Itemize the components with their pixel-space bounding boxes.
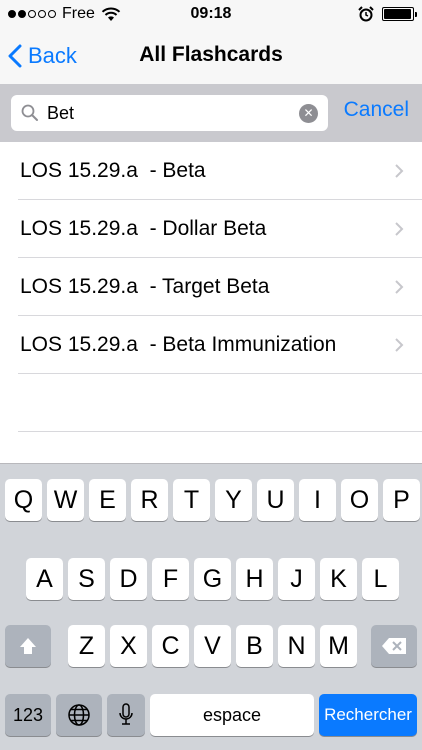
key-j[interactable]: J bbox=[278, 558, 315, 600]
battery-level bbox=[384, 9, 411, 19]
key-f[interactable]: F bbox=[152, 558, 189, 600]
chevron-right-icon bbox=[395, 222, 404, 236]
dictation-key[interactable] bbox=[107, 694, 145, 736]
search-input[interactable] bbox=[47, 100, 287, 126]
shift-icon bbox=[20, 638, 36, 654]
microphone-icon bbox=[119, 703, 133, 725]
list-item[interactable]: LOS 15.29.a - Target Beta bbox=[18, 258, 422, 316]
key-e[interactable]: E bbox=[89, 479, 126, 521]
list-item-label: LOS 15.29.a - Beta Immunization bbox=[20, 333, 337, 356]
key-x[interactable]: X bbox=[110, 625, 147, 667]
key-m[interactable]: M bbox=[320, 625, 357, 667]
key-o[interactable]: O bbox=[341, 479, 378, 521]
search-key[interactable]: Rechercher bbox=[319, 694, 417, 736]
list-item-label: LOS 15.29.a - Target Beta bbox=[20, 275, 270, 298]
shift-key[interactable] bbox=[5, 625, 51, 667]
key-a[interactable]: A bbox=[26, 558, 63, 600]
search-field[interactable]: ✕ bbox=[11, 95, 328, 131]
backspace-key[interactable] bbox=[371, 625, 417, 667]
empty-row bbox=[18, 374, 422, 432]
key-d[interactable]: D bbox=[110, 558, 147, 600]
key-c[interactable]: C bbox=[152, 625, 189, 667]
alarm-icon bbox=[358, 6, 374, 22]
key-w[interactable]: W bbox=[47, 479, 84, 521]
list-item-label: LOS 15.29.a - Dollar Beta bbox=[20, 217, 267, 240]
globe-key[interactable] bbox=[56, 694, 102, 736]
key-h[interactable]: H bbox=[236, 558, 273, 600]
key-y[interactable]: Y bbox=[215, 479, 252, 521]
cancel-button[interactable]: Cancel bbox=[344, 98, 409, 122]
key-u[interactable]: U bbox=[257, 479, 294, 521]
chevron-right-icon bbox=[395, 338, 404, 352]
key-v[interactable]: V bbox=[194, 625, 231, 667]
status-bar: Free 09:18 bbox=[0, 0, 422, 28]
numbers-key[interactable]: 123 bbox=[5, 694, 51, 736]
space-key[interactable]: espace bbox=[150, 694, 314, 736]
chevron-right-icon bbox=[395, 280, 404, 294]
page-title: All Flashcards bbox=[139, 43, 283, 66]
key-q[interactable]: Q bbox=[5, 479, 42, 521]
clear-search-button[interactable]: ✕ bbox=[299, 104, 318, 123]
list-item[interactable]: LOS 15.29.a - Beta bbox=[18, 142, 422, 200]
list-item[interactable]: LOS 15.29.a - Dollar Beta bbox=[18, 200, 422, 258]
key-z[interactable]: Z bbox=[68, 625, 105, 667]
key-i[interactable]: I bbox=[299, 479, 336, 521]
key-s[interactable]: S bbox=[68, 558, 105, 600]
results-list: LOS 15.29.a - Beta LOS 15.29.a - Dollar … bbox=[0, 142, 422, 432]
key-g[interactable]: G bbox=[194, 558, 231, 600]
search-bar: ✕ Cancel bbox=[0, 84, 422, 142]
globe-icon bbox=[68, 704, 90, 726]
key-n[interactable]: N bbox=[278, 625, 315, 667]
key-b[interactable]: B bbox=[236, 625, 273, 667]
key-r[interactable]: R bbox=[131, 479, 168, 521]
list-item[interactable]: LOS 15.29.a - Beta Immunization bbox=[18, 316, 422, 374]
key-l[interactable]: L bbox=[362, 558, 399, 600]
battery-icon bbox=[382, 7, 417, 21]
search-icon bbox=[21, 104, 38, 121]
close-icon: ✕ bbox=[303, 106, 314, 120]
navigation-bar: Back All Flashcards bbox=[0, 28, 422, 84]
list-item-label: LOS 15.29.a - Beta bbox=[20, 159, 206, 182]
keyboard: 123 espace Rechercher QWERTYUIOP ASDFGHJK… bbox=[0, 463, 422, 750]
key-p[interactable]: P bbox=[383, 479, 420, 521]
key-t[interactable]: T bbox=[173, 479, 210, 521]
chevron-right-icon bbox=[395, 164, 404, 178]
key-k[interactable]: K bbox=[320, 558, 357, 600]
backspace-icon bbox=[382, 638, 406, 654]
